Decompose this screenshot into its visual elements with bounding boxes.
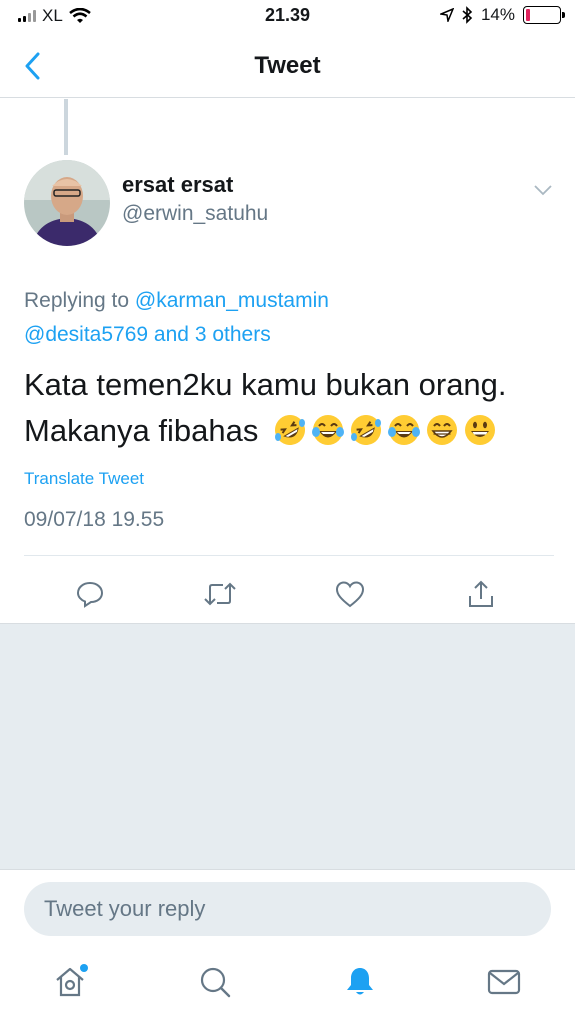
retweet-icon [204, 582, 236, 606]
replies-area [0, 623, 575, 869]
user-handle[interactable]: @erwin_satuhu [122, 202, 268, 226]
battery-icon [523, 6, 565, 24]
profile-photo [24, 160, 110, 246]
tweet-actions [0, 566, 575, 622]
rofl-emoji-icon [351, 415, 381, 445]
search-icon [200, 967, 231, 998]
tweet-options-button[interactable] [528, 176, 558, 204]
tab-messages[interactable] [484, 962, 524, 1002]
mention-link[interactable]: @desita5769 [24, 323, 148, 346]
divider [24, 555, 554, 556]
retweet-button[interactable] [198, 572, 242, 616]
tweet-text-line2: Makanya fibahas [24, 413, 259, 448]
beaming-face-emoji-icon [427, 415, 457, 445]
like-button[interactable] [328, 572, 372, 616]
tears-of-joy-emoji-icon [312, 415, 344, 445]
translate-tweet-link[interactable]: Translate Tweet [24, 469, 144, 489]
mention-link[interactable]: @karman_mustamin [135, 289, 329, 312]
share-button[interactable] [459, 572, 503, 616]
nav-bar: Tweet [0, 34, 575, 98]
avatar[interactable] [24, 160, 110, 246]
page-title: Tweet [254, 52, 321, 79]
replying-to: Replying to @karman_mustamin @desita5769… [24, 284, 544, 352]
battery-percent: 14% [480, 5, 515, 24]
reply-button[interactable] [68, 572, 112, 616]
reply-bar [0, 869, 575, 936]
rofl-emoji-icon [275, 415, 305, 445]
bell-icon [347, 968, 373, 995]
replying-and[interactable]: and [154, 323, 189, 346]
share-icon [469, 580, 493, 607]
home-new-indicator [80, 964, 88, 972]
thread-line [64, 99, 68, 155]
mail-icon [487, 969, 521, 995]
reply-input[interactable] [24, 882, 551, 936]
reply-icon [76, 581, 104, 608]
tab-search[interactable] [195, 962, 235, 1002]
status-bar: XL 21.39 14% [0, 0, 575, 34]
tweet-timestamp: 09/07/18 19.55 [24, 508, 165, 531]
tab-bar [0, 940, 575, 1024]
tweet-text-line1: Kata temen2ku kamu bukan orang. [24, 367, 507, 402]
tears-of-joy-emoji-icon [388, 415, 420, 445]
heart-icon [335, 581, 365, 608]
location-arrow-icon [439, 8, 454, 22]
tab-notifications[interactable] [340, 962, 380, 1002]
grinning-face-emoji-icon [465, 415, 495, 445]
display-name[interactable]: ersat ersat [122, 172, 233, 198]
bluetooth-icon [462, 6, 473, 24]
emoji-row [273, 413, 497, 447]
replying-prefix: Replying to [24, 289, 130, 312]
chevron-down-icon [534, 184, 552, 195]
tweet-text: Kata temen2ku kamu bukan orang. Makanya … [24, 362, 554, 454]
others-link[interactable]: 3 others [195, 323, 271, 346]
